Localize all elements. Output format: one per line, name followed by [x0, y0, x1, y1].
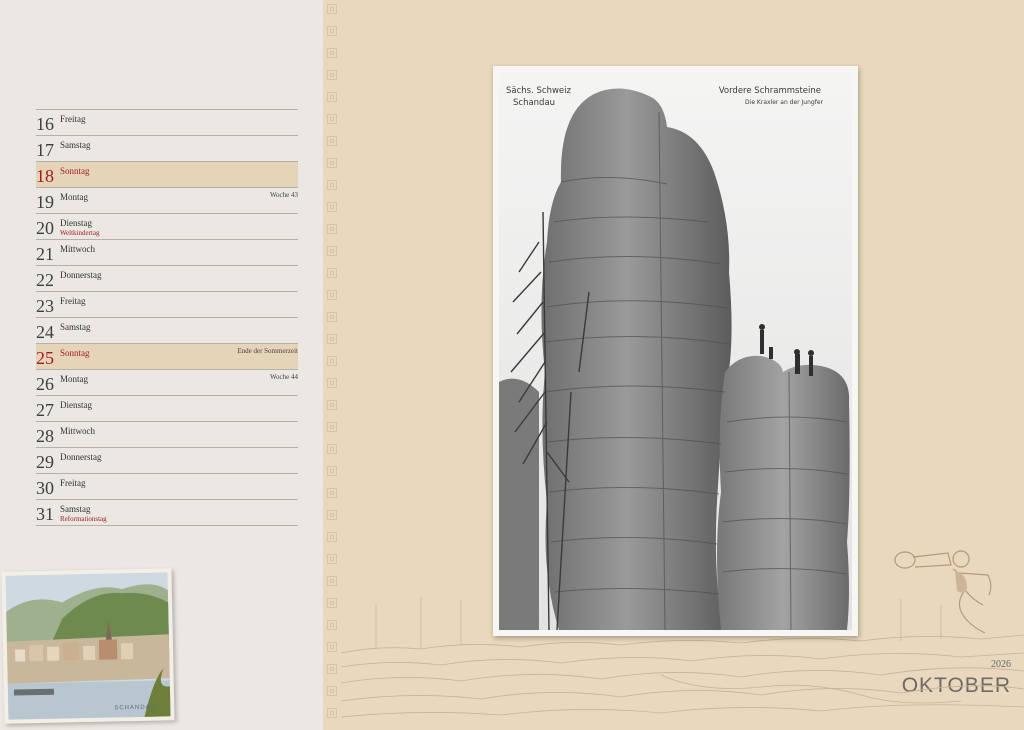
historic-photograph: Sächs. Schweiz Schandau Vordere Schramms… [493, 66, 858, 636]
photo-caption-town: Schandau [513, 98, 556, 108]
decorative-border [325, 0, 341, 730]
calendar-day-row: 24 Samstag [36, 317, 298, 343]
holiday-label: Weltkindertag [60, 229, 100, 237]
day-number: 21 [36, 244, 54, 264]
calendar-day-row: 25 Sonntag Ende der Sommerzeit [36, 343, 298, 369]
weekday-label: Mittwoch [60, 426, 95, 436]
weekday-label: Samstag [60, 140, 91, 150]
photo-caption-subtitle: Die Kraxler an der Jungfer [745, 99, 823, 106]
postcard-thumbnail: SCHANDAU [1, 568, 175, 724]
photo-caption-region: Sächs. Schweiz [506, 86, 571, 96]
calendar-day-row: 23 Freitag [36, 291, 298, 317]
day-number: 18 [36, 166, 54, 186]
weekday-label: Dienstag [60, 400, 92, 410]
photo-caption-title: Vordere Schrammsteine [718, 86, 821, 96]
weekday-label: Donnerstag [60, 452, 102, 462]
calendar-day-row: 28 Mittwoch [36, 421, 298, 447]
day-number: 29 [36, 452, 54, 472]
day-number: 17 [36, 140, 54, 160]
day-number: 26 [36, 374, 54, 394]
calendar-day-row: 19 Montag Woche 43 [36, 187, 298, 213]
day-note: Woche 44 [269, 373, 298, 381]
calendar-day-row: 20 Dienstag Weltkindertag [36, 213, 298, 239]
weekday-label: Samstag [60, 322, 91, 332]
calendar-day-row: 26 Montag Woche 44 [36, 369, 298, 395]
day-number: 20 [36, 218, 54, 238]
day-number: 23 [36, 296, 54, 316]
weekday-label: Freitag [60, 114, 86, 124]
day-number: 28 [36, 426, 54, 446]
weekday-label: Montag [60, 374, 88, 384]
calendar-day-row: 16 Freitag [36, 109, 298, 135]
calendar-day-row: 29 Donnerstag [36, 447, 298, 473]
day-number: 30 [36, 478, 54, 498]
calendar-day-row: 21 Mittwoch [36, 239, 298, 265]
calendar-day-row: 27 Dienstag [36, 395, 298, 421]
day-number: 16 [36, 114, 54, 134]
calendar-day-row: 31 Samstag Reformationstag [36, 499, 298, 526]
calendar-day-row: 18 Sonntag [36, 161, 298, 187]
weekday-label: Freitag [60, 296, 86, 306]
day-number: 31 [36, 504, 54, 524]
day-number: 24 [36, 322, 54, 342]
day-number: 27 [36, 400, 54, 420]
calendar-day-row: 17 Samstag [36, 135, 298, 161]
calendar-day-row: 22 Donnerstag [36, 265, 298, 291]
weekday-label: Montag [60, 192, 88, 202]
day-note: Woche 43 [269, 191, 298, 199]
weekday-label: Freitag [60, 478, 86, 488]
postcard-caption: SCHANDAU [114, 704, 157, 712]
day-number: 19 [36, 192, 54, 212]
holiday-label: Reformationstag [60, 515, 107, 523]
weekday-label: Donnerstag [60, 270, 102, 280]
traveler-sketch [894, 550, 992, 634]
weekday-label: Samstag [60, 504, 91, 514]
town-illustration [5, 572, 171, 720]
day-note: Ende der Sommerzeit [237, 347, 298, 355]
weekday-label: Dienstag [60, 218, 92, 228]
weekday-label: Sonntag [60, 166, 90, 176]
weekday-label: Sonntag [60, 348, 90, 358]
weekday-label: Mittwoch [60, 244, 95, 254]
rock-tower-photo [499, 72, 852, 630]
calendar-day-row: 30 Freitag [36, 473, 298, 499]
day-number: 25 [36, 348, 54, 368]
day-number: 22 [36, 270, 54, 290]
calendar-list: 16 Freitag 17 Samstag 18 Sonntag 19 Montag Woche… [36, 109, 298, 526]
